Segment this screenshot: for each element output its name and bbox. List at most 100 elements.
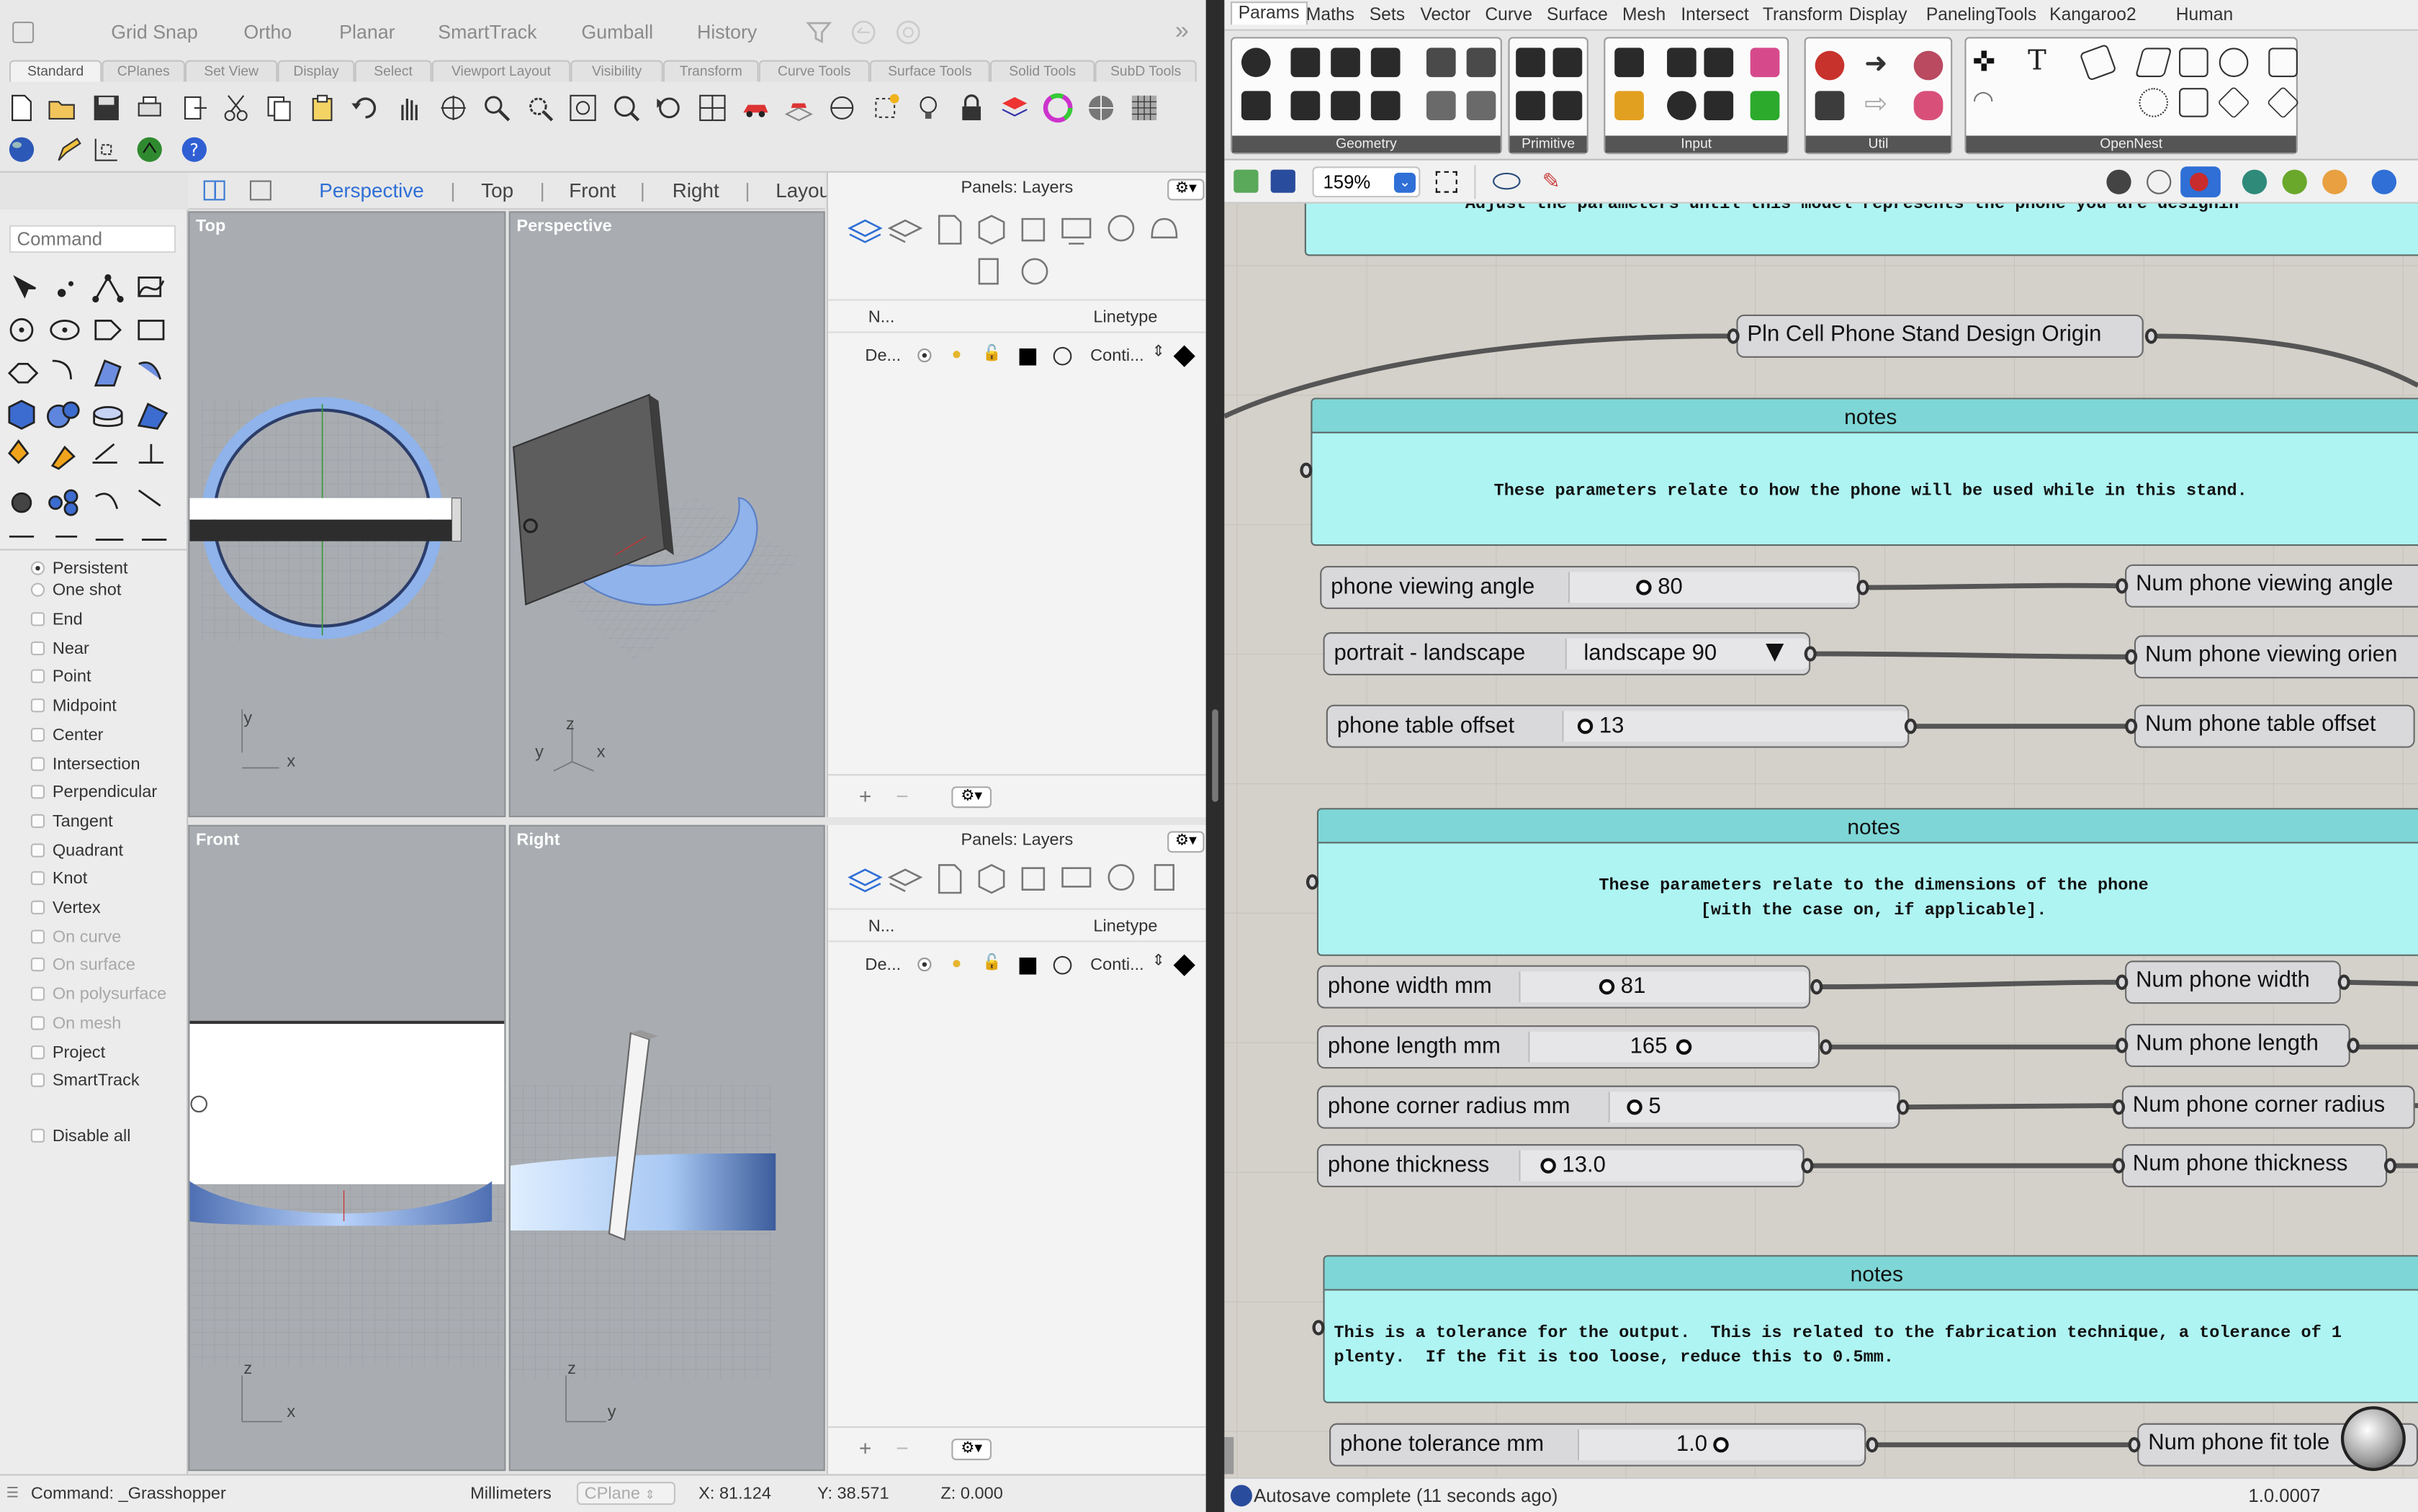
note-input-grip[interactable] xyxy=(1300,462,1313,478)
note-panel-usage[interactable]: notes These parameters relate to how the… xyxy=(1311,397,2418,546)
render-sphere-icon[interactable] xyxy=(6,134,37,165)
input-grip[interactable] xyxy=(1727,328,1740,344)
curve-param-icon[interactable] xyxy=(1331,48,1360,78)
print-color-diamond-icon[interactable] xyxy=(1173,954,1195,976)
slider-phone-width[interactable]: phone width mm 81 xyxy=(1316,965,1811,1009)
tab-front[interactable]: Front xyxy=(569,179,616,202)
gh-tab-maths[interactable]: Maths xyxy=(1306,6,1354,25)
tab-perspective[interactable]: Perspective xyxy=(319,179,423,202)
slider-knob[interactable] xyxy=(1627,1099,1642,1115)
slider-phone-tolerance[interactable]: phone tolerance mm 1.0 xyxy=(1329,1423,1866,1467)
copy-icon[interactable] xyxy=(264,92,295,123)
history-button[interactable]: History xyxy=(697,22,757,43)
value-list-portrait-landscape[interactable]: portrait - landscape landscape 90 ▼ xyxy=(1323,632,1811,676)
new-file-icon[interactable] xyxy=(6,92,37,123)
surface-param-icon[interactable] xyxy=(1370,48,1401,78)
cut-icon[interactable] xyxy=(220,92,251,123)
save-file-icon[interactable] xyxy=(1270,169,1295,193)
slider-knob[interactable] xyxy=(1599,978,1615,995)
slider-phone-corner-radius[interactable]: phone corner radius mm 5 xyxy=(1316,1085,1900,1129)
paste-icon[interactable] xyxy=(307,92,338,123)
gh-tab-kangaroo2[interactable]: Kangaroo2 xyxy=(2049,6,2136,25)
layer-options-gear-icon[interactable]: ⚙▾ xyxy=(951,1439,992,1461)
sphere-preview-icon[interactable] xyxy=(2371,169,2397,194)
command-input[interactable] xyxy=(9,225,176,253)
tab-visibility[interactable]: Visibility xyxy=(570,60,663,82)
tool-palette-icons[interactable] xyxy=(0,259,188,549)
num-output-grip[interactable] xyxy=(2337,974,2350,990)
gh-tab-surface[interactable]: Surface xyxy=(1547,6,1608,25)
add-layer-icon[interactable]: + xyxy=(859,1436,872,1460)
lock-icon[interactable] xyxy=(956,92,987,123)
num-phone-corner-radius[interactable]: Num phone corner radius xyxy=(2121,1085,2415,1129)
num-phone-width[interactable]: Num phone width xyxy=(2125,960,2341,1004)
pencil-properties-icon[interactable] xyxy=(54,134,85,165)
zoom-window-icon[interactable] xyxy=(524,92,555,123)
num-input-grip[interactable] xyxy=(2116,578,2129,594)
slider-phone-table-offset[interactable]: phone table offset 13 xyxy=(1326,704,1910,748)
split-handle[interactable] xyxy=(1212,709,1218,802)
num-phone-viewing-angle[interactable]: Num phone viewing angle xyxy=(2125,564,2418,608)
num-input-grip[interactable] xyxy=(2128,1436,2141,1453)
slider-track[interactable] xyxy=(1568,572,1859,603)
light-bulb-icon[interactable]: ● xyxy=(951,955,961,973)
circles-icon[interactable] xyxy=(2139,88,2169,117)
layer-linetype[interactable]: Conti... xyxy=(1090,347,1144,366)
slider-knob[interactable] xyxy=(1540,1158,1556,1174)
geometry-param-icon[interactable] xyxy=(1241,48,1271,78)
pan-hand-icon[interactable] xyxy=(393,92,424,123)
sheet-icon[interactable] xyxy=(2079,43,2117,81)
group-input[interactable]: Input xyxy=(1604,37,1789,155)
num-input-grip[interactable] xyxy=(2125,718,2138,734)
four-view-icon[interactable] xyxy=(697,92,728,123)
current-layer-radio-icon[interactable] xyxy=(917,957,932,972)
preview-selected-button[interactable] xyxy=(2180,166,2221,198)
remove-layer-icon[interactable]: − xyxy=(896,783,909,808)
num-input-grip[interactable] xyxy=(2116,974,2129,990)
num-phone-length[interactable]: Num phone length xyxy=(2125,1024,2350,1067)
viewport-perspective[interactable]: Perspective z y x xyxy=(508,211,825,818)
note-panel-top[interactable]: Adjust the parameters until this model r… xyxy=(1304,203,2418,256)
tab-right[interactable]: Right xyxy=(673,179,719,202)
slider-track[interactable] xyxy=(1519,971,1810,1003)
record-icon[interactable] xyxy=(894,19,922,47)
open-file-icon[interactable] xyxy=(1233,169,1259,193)
layer-color-swatch[interactable] xyxy=(1019,957,1037,975)
line-param-icon[interactable] xyxy=(1241,91,1271,121)
subd-param-icon[interactable] xyxy=(1426,91,1456,121)
viewport-right[interactable]: Right z y xyxy=(508,824,825,1472)
preview-wire-icon[interactable] xyxy=(2106,169,2131,194)
group-opennest[interactable]: ✜ T ◠ OpenNest xyxy=(1964,37,2300,155)
sketch-pen-icon[interactable]: ✎ xyxy=(1542,170,1567,194)
text-param-icon[interactable] xyxy=(1552,91,1583,121)
tab-standard[interactable]: Standard xyxy=(9,60,102,82)
gradient-icon[interactable] xyxy=(1614,91,1644,121)
data-input-arrow-icon[interactable]: ⇨ xyxy=(1864,89,1894,120)
note-input-grip[interactable] xyxy=(1305,874,1319,890)
slider-phone-thickness[interactable]: phone thickness 13.0 xyxy=(1316,1144,1804,1188)
gh-tab-params[interactable]: Params xyxy=(1230,1,1308,25)
tab-layout[interactable]: Layou xyxy=(776,179,830,202)
tab-curve-tools[interactable]: Curve Tools xyxy=(758,60,870,82)
four-viewport-icon[interactable] xyxy=(203,180,225,201)
slider-output-grip[interactable] xyxy=(1820,1039,1833,1055)
opennest-solver-icon[interactable]: ✜ xyxy=(1972,48,2002,77)
linetype-stepper-icon[interactable]: ⇕ xyxy=(1152,344,1165,361)
slider-phone-length[interactable]: phone length mm 165 xyxy=(1316,1025,1820,1069)
linetype-header[interactable]: Linetype xyxy=(1093,308,1157,327)
grid-snap-button[interactable]: Grid Snap xyxy=(111,22,198,43)
zoom-extents-icon[interactable] xyxy=(1435,171,1457,193)
slider-knob[interactable] xyxy=(1676,1039,1692,1055)
num-output-grip[interactable] xyxy=(2347,1038,2360,1053)
brep-param-icon[interactable] xyxy=(1370,91,1401,121)
mesh-param-icon[interactable] xyxy=(1426,48,1456,78)
single-viewport-icon[interactable] xyxy=(249,180,271,201)
add-layer-icon[interactable]: + xyxy=(859,783,872,808)
gh-tab-transform[interactable]: Transform xyxy=(1763,6,1843,25)
layer-name-header[interactable]: N... xyxy=(868,308,895,327)
gh-tab-curve[interactable]: Curve xyxy=(1485,6,1532,25)
slider-phone-viewing-angle[interactable]: phone viewing angle 80 xyxy=(1320,565,1860,609)
gumball-button[interactable]: Gumball xyxy=(581,22,653,43)
slider-knob[interactable] xyxy=(1577,718,1594,734)
wifi-icon[interactable]: ◠ xyxy=(1972,88,2002,117)
